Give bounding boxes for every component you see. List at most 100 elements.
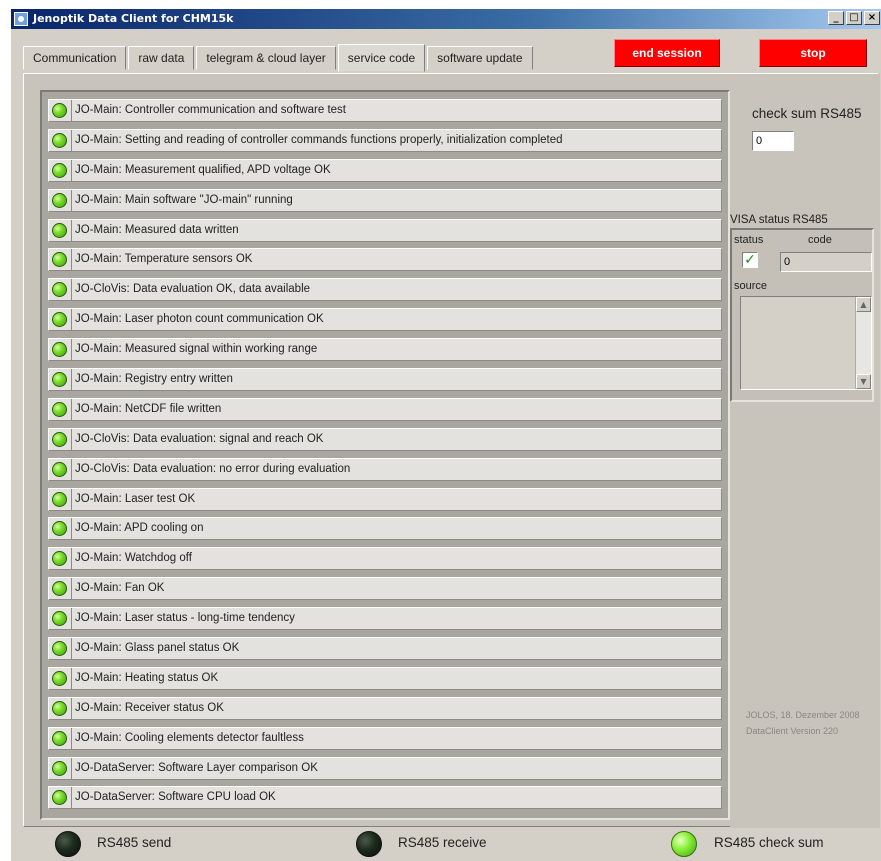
status-led-icon [52, 312, 67, 328]
status-led-icon [52, 372, 67, 388]
rs485-send-led-icon [55, 831, 81, 857]
tab-software-update[interactable]: software update [427, 46, 533, 70]
status-text: JO-Main: Measured signal within working … [71, 339, 721, 361]
status-row: JO-Main: Laser status - long-time tenden… [48, 607, 722, 631]
status-led-icon [52, 760, 67, 776]
status-led-icon [52, 132, 67, 148]
status-row: JO-Main: Laser photon count communicatio… [48, 308, 722, 332]
status-led-icon [52, 551, 67, 567]
status-led-icon [52, 342, 67, 358]
status-text: JO-Main: APD cooling on [71, 518, 721, 540]
status-footer: RS485 send RS485 receive RS485 check sum [11, 827, 881, 861]
status-led-icon [52, 611, 67, 627]
status-text: JO-Main: Temperature sensors OK [71, 249, 721, 271]
status-text: JO-Main: Laser photon count communicatio… [71, 309, 721, 331]
status-led-icon [52, 282, 67, 298]
status-led-icon [52, 670, 67, 686]
status-text: JO-DataServer: Software Layer comparison… [71, 757, 721, 779]
version-number: DataClient Version 220 [746, 726, 839, 736]
side-panel: check sum RS485 0 VISA status RS485 stat… [730, 74, 880, 828]
status-text: JO-Main: Heating status OK [71, 667, 721, 689]
visa-source-label: source [734, 280, 768, 292]
status-led-icon [52, 521, 67, 537]
visa-code-label: code [808, 234, 832, 246]
status-led-icon [52, 222, 67, 238]
status-text: JO-DataServer: Software CPU load OK [71, 787, 721, 809]
status-text: JO-CloVis: Data evaluation: signal and r… [71, 428, 721, 450]
visa-status-label: status [734, 234, 764, 246]
app-icon [14, 12, 28, 26]
status-row: JO-Main: Main software "JO-main" running [48, 188, 722, 212]
status-led-icon [52, 581, 67, 597]
vertical-scrollbar[interactable]: ▲ ▼ [855, 297, 871, 389]
visa-status-checkbox[interactable]: ✓ [742, 252, 758, 268]
status-row: JO-Main: Watchdog off [48, 547, 722, 571]
status-row: JO-Main: Receiver status OK [48, 696, 722, 720]
status-row: JO-Main: Heating status OK [48, 666, 722, 690]
tab-service-code[interactable]: service code [337, 44, 426, 72]
rs485-receive-led-icon [356, 831, 382, 857]
status-led-icon [52, 252, 67, 268]
status-text: JO-CloVis: Data evaluation: no error dur… [71, 458, 721, 480]
visa-code-field[interactable]: 0 [780, 252, 872, 272]
rs485-checksum-label: RS485 check sum [714, 835, 824, 850]
status-text: JO-Main: Setting and reading of controll… [71, 129, 721, 151]
status-text: JO-Main: Registry entry written [71, 369, 721, 391]
end-session-button[interactable]: end session [614, 39, 720, 67]
visa-status-title: VISA status RS485 [730, 214, 828, 226]
status-row: JO-Main: Cooling elements detector fault… [48, 726, 722, 750]
status-row: JO-Main: Measurement qualified, APD volt… [48, 158, 722, 182]
status-row: JO-Main: Laser test OK [48, 487, 722, 511]
status-led-icon [52, 700, 67, 716]
status-led-icon [52, 790, 67, 806]
status-led-icon [52, 730, 67, 746]
status-row: JO-DataServer: Software Layer comparison… [48, 756, 722, 780]
stop-button[interactable]: stop [759, 39, 867, 67]
app-window: Jenoptik Data Client for CHM15k _ □ × Co… [10, 9, 881, 861]
status-led-icon [52, 431, 67, 447]
status-text: JO-Main: Measured data written [71, 219, 721, 241]
scroll-up-icon[interactable]: ▲ [856, 297, 871, 312]
tab-bar: Communication raw data telegram & cloud … [23, 42, 535, 72]
scroll-down-icon[interactable]: ▼ [856, 374, 871, 389]
service-code-panel: JO-Main: Controller communication and so… [23, 73, 880, 828]
status-led-icon [52, 491, 67, 507]
status-row: JO-Main: Temperature sensors OK [48, 248, 722, 272]
status-row: JO-DataServer: Software CPU load OK [48, 786, 722, 810]
status-row: JO-Main: Fan OK [48, 577, 722, 601]
maximize-button[interactable]: □ [846, 11, 862, 25]
title-bar[interactable]: Jenoptik Data Client for CHM15k _ □ × [11, 9, 881, 29]
visa-source-textarea[interactable]: ▲ ▼ [740, 296, 872, 390]
tab-raw-data[interactable]: raw data [128, 46, 195, 70]
rs485-checksum-led-icon [671, 831, 697, 857]
minimize-button[interactable]: _ [828, 11, 844, 25]
status-led-icon [52, 192, 67, 208]
status-row: JO-Main: Controller communication and so… [48, 99, 722, 122]
status-row: JO-Main: Measured signal within working … [48, 338, 722, 362]
status-row: JO-Main: Setting and reading of controll… [48, 128, 722, 152]
rs485-send-label: RS485 send [97, 835, 172, 850]
checksum-label: check sum RS485 [752, 106, 862, 121]
status-text: JO-Main: NetCDF file written [71, 398, 721, 420]
version-date: JOLOS, 18. Dezember 2008 [746, 710, 860, 720]
status-row: JO-Main: APD cooling on [48, 517, 722, 541]
status-text: JO-Main: Fan OK [71, 578, 721, 600]
status-text: JO-Main: Glass panel status OK [71, 638, 721, 660]
status-text: JO-Main: Cooling elements detector fault… [71, 727, 721, 749]
status-row: JO-CloVis: Data evaluation OK, data avai… [48, 278, 722, 302]
status-led-icon [52, 401, 67, 417]
checksum-field[interactable]: 0 [752, 131, 794, 151]
status-row: JO-Main: Measured data written [48, 218, 722, 242]
status-row: JO-Main: NetCDF file written [48, 397, 722, 421]
status-text: JO-Main: Measurement qualified, APD volt… [71, 159, 721, 181]
status-led-icon [52, 162, 67, 178]
close-button[interactable]: × [864, 11, 880, 25]
status-text: JO-Main: Watchdog off [71, 548, 721, 570]
status-row: JO-Main: Registry entry written [48, 368, 722, 392]
tab-communication[interactable]: Communication [23, 46, 127, 70]
status-text: JO-CloVis: Data evaluation OK, data avai… [71, 279, 721, 301]
status-row: JO-CloVis: Data evaluation: signal and r… [48, 427, 722, 451]
window-title: Jenoptik Data Client for CHM15k [33, 12, 234, 25]
tab-telegram-cloud-layer[interactable]: telegram & cloud layer [196, 46, 336, 70]
visa-status-cluster: status code ✓ 0 source ▲ ▼ [730, 228, 874, 402]
